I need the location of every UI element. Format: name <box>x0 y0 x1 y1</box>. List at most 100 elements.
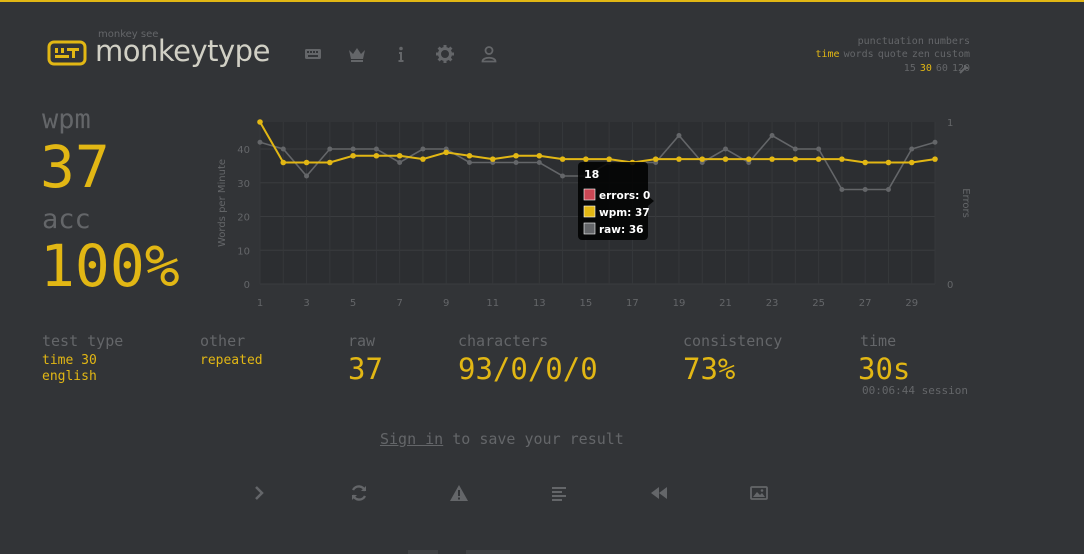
chart-tooltip-line: raw: 36 <box>599 224 643 236</box>
chart-point-wpm[interactable] <box>792 156 799 162</box>
restart-icon[interactable] <box>348 482 370 504</box>
chart-point-wpm[interactable] <box>257 119 263 125</box>
chart-xtick-label: 27 <box>859 298 872 309</box>
chart-point-raw[interactable] <box>397 160 403 165</box>
chart-point-raw[interactable] <box>304 173 310 179</box>
config-mode-quote[interactable]: quote <box>878 49 908 60</box>
chart-point-wpm[interactable] <box>350 152 356 159</box>
chart-point-wpm[interactable] <box>676 156 682 162</box>
chart-point-raw[interactable] <box>536 160 542 165</box>
chart-xtick-label: 13 <box>533 298 546 309</box>
chart-point-wpm[interactable] <box>373 152 380 159</box>
config-mode-time[interactable]: time <box>816 49 840 60</box>
chart-point-wpm[interactable] <box>559 156 566 162</box>
chart-point-wpm[interactable] <box>489 156 496 162</box>
chart-point-raw[interactable] <box>560 173 566 179</box>
wpm-chart[interactable]: 0102030401 3 5 7 9 11 13 15 17 19 21 23 25 27 2901Word… <box>210 112 985 312</box>
raw-label: raw <box>348 332 376 350</box>
words-history-icon[interactable] <box>548 482 570 504</box>
logo-keyboard-icon[interactable] <box>47 40 87 66</box>
chart-point-raw[interactable] <box>466 160 472 165</box>
config-punctuation[interactable]: punctuation <box>858 36 924 47</box>
wrench-icon[interactable] <box>958 63 970 75</box>
chart-point-wpm[interactable] <box>815 156 822 162</box>
user-icon[interactable] <box>479 44 499 64</box>
chart-point-raw[interactable] <box>257 139 263 145</box>
config-mode-zen[interactable]: zen <box>912 49 930 60</box>
config-numbers[interactable]: numbers <box>928 36 970 47</box>
chart-point-wpm[interactable] <box>420 156 426 162</box>
next-test-icon[interactable] <box>248 482 270 504</box>
chart-point-raw[interactable] <box>676 133 682 138</box>
signin-rest: to save your result <box>443 430 624 448</box>
chart-point-wpm[interactable] <box>513 152 519 159</box>
chart-tooltip-swatch <box>583 188 596 201</box>
config-time-15[interactable]: 15 <box>904 63 916 74</box>
save-screenshot-icon[interactable] <box>748 482 770 504</box>
chart-tooltip-line: errors: 0 <box>599 190 650 202</box>
chart-tooltip-line: wpm: 37 <box>599 207 650 219</box>
chart-point-raw[interactable] <box>723 146 729 152</box>
chart-point-raw[interactable] <box>373 146 379 152</box>
config-mode-words[interactable]: words <box>844 49 874 60</box>
chart-point-raw[interactable] <box>280 146 286 152</box>
characters-label: characters <box>458 332 549 350</box>
chart-point-wpm[interactable] <box>583 156 589 162</box>
chart-point-wpm[interactable] <box>699 156 706 162</box>
gear-icon[interactable] <box>435 44 455 64</box>
chart-point-raw[interactable] <box>816 146 822 152</box>
chart-point-wpm[interactable] <box>466 152 473 159</box>
chart-point-wpm[interactable] <box>536 152 543 159</box>
chart-point-wpm[interactable] <box>280 159 287 166</box>
replay-rewind-icon[interactable] <box>648 482 670 504</box>
keyboard-icon[interactable] <box>303 44 323 64</box>
chart-xtick-label: 11 <box>486 298 499 309</box>
chart-point-wpm[interactable] <box>862 159 868 166</box>
test-type-language: english <box>42 369 97 384</box>
info-icon[interactable] <box>391 44 411 64</box>
chart-point-wpm[interactable] <box>885 159 892 166</box>
chart-point-wpm[interactable] <box>396 152 403 159</box>
chart-point-wpm[interactable] <box>769 156 775 162</box>
test-type-mode: time 30 <box>42 353 97 368</box>
chart-xtick-label: 17 <box>626 298 639 309</box>
chart-point-raw[interactable] <box>839 187 845 192</box>
chart-point-raw[interactable] <box>862 187 868 192</box>
chart-point-raw[interactable] <box>350 146 356 152</box>
report-warning-icon[interactable] <box>448 482 470 504</box>
chart-point-wpm[interactable] <box>652 156 659 162</box>
config-time-60[interactable]: 60 <box>936 63 948 74</box>
chart-point-raw[interactable] <box>769 133 775 138</box>
characters-value: 93/0/0/0 <box>458 352 598 386</box>
chart-tooltip-swatch <box>583 205 596 218</box>
config-time-30[interactable]: 30 <box>920 63 932 74</box>
chart-point-raw[interactable] <box>792 146 798 152</box>
chart-xtick-label: 15 <box>579 298 592 309</box>
chart-point-wpm[interactable] <box>932 156 938 162</box>
chart-ytick-label: 20 <box>237 213 250 224</box>
chart-point-wpm[interactable] <box>606 156 612 162</box>
chart-point-raw[interactable] <box>885 187 891 192</box>
chart-ytick-right-label: 0 <box>947 280 953 291</box>
wpm-value: 37 <box>40 133 110 201</box>
chart-point-raw[interactable] <box>932 139 938 145</box>
chart-point-raw[interactable] <box>909 146 915 152</box>
signin-link[interactable]: Sign in <box>380 430 443 448</box>
chart-point-wpm[interactable] <box>839 156 845 162</box>
other-label: other <box>200 332 246 350</box>
chart-point-wpm[interactable] <box>303 159 310 166</box>
chart-point-wpm[interactable] <box>722 156 729 162</box>
chart-point-raw[interactable] <box>327 146 333 152</box>
chart-ytick-label: 40 <box>237 145 250 156</box>
time-value: 30s <box>858 352 911 386</box>
chart-point-wpm[interactable] <box>327 159 333 166</box>
chart-point-wpm[interactable] <box>908 159 915 166</box>
chart-point-raw[interactable] <box>513 160 519 165</box>
crown-icon[interactable] <box>347 44 367 64</box>
chart-point-raw[interactable] <box>420 146 426 152</box>
chart-point-wpm[interactable] <box>443 149 450 156</box>
chart-xtick-label: 1 <box>257 298 263 309</box>
config-mode-custom[interactable]: custom <box>934 49 970 60</box>
logo-title[interactable]: monkeytype <box>95 34 270 68</box>
chart-point-wpm[interactable] <box>745 156 752 162</box>
